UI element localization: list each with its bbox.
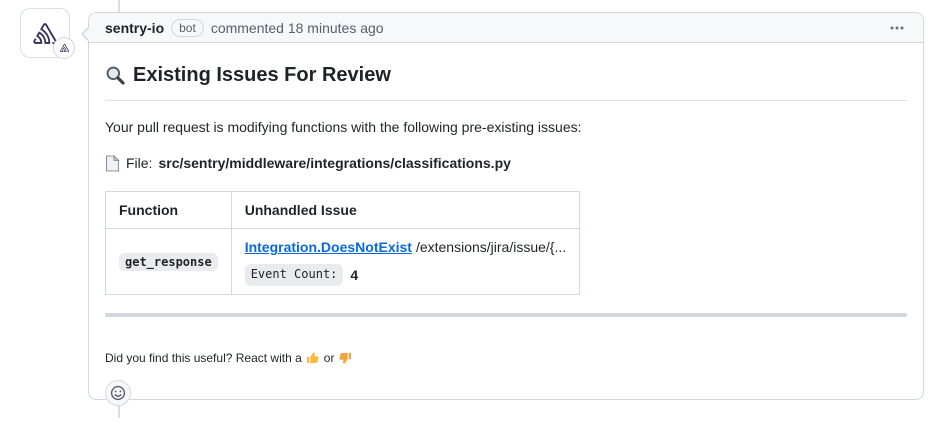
issue-path: /extensions/jira/issue/{... [416, 239, 566, 255]
comment-options-button[interactable] [887, 16, 907, 40]
feedback-prompt: Did you find this useful? React with a o… [105, 350, 907, 367]
comment-timestamp: commented 18 minutes ago [211, 20, 384, 36]
comment-title-text: Existing Issues For Review [133, 61, 391, 90]
add-reaction-button[interactable] [105, 380, 131, 406]
comment-body: Existing Issues For Review Your pull req… [89, 43, 923, 422]
comment-caret [81, 26, 89, 42]
comment-title: Existing Issues For Review [105, 59, 907, 101]
event-count-label: Event Count: [245, 264, 344, 285]
bot-badge: bot [171, 19, 204, 37]
page-icon [105, 155, 120, 172]
column-header-unhandled-issue: Unhandled Issue [231, 191, 579, 228]
function-name: get_response [119, 253, 218, 271]
issue-line: Integration.DoesNotExist/extensions/jira… [245, 237, 566, 257]
magnifier-icon [105, 65, 126, 86]
sentry-logo-small-icon [58, 42, 71, 54]
column-header-function: Function [106, 191, 232, 228]
issues-table: Function Unhandled Issue get_response In… [105, 191, 580, 295]
comment-author[interactable]: sentry-io [105, 20, 164, 36]
github-comment-page: { "colors": { "header_bg": "#f6f8fa", "b… [0, 0, 937, 418]
issue-link[interactable]: Integration.DoesNotExist [245, 239, 412, 255]
event-count-value: 4 [350, 265, 358, 285]
table-header-row: Function Unhandled Issue [106, 191, 580, 228]
issue-cell: Integration.DoesNotExist/extensions/jira… [231, 228, 579, 294]
smiley-icon [110, 385, 126, 401]
comment-card: sentry-io bot commented 18 minutes ago E… [88, 12, 924, 400]
table-row: get_response Integration.DoesNotExist/ex… [106, 228, 580, 294]
thumbs-up-icon [306, 351, 320, 365]
file-path: src/sentry/middleware/integrations/class… [158, 153, 510, 173]
feedback-prompt-text: Did you find this useful? React with a [105, 350, 302, 367]
thumbs-down-icon [338, 351, 352, 365]
intro-text: Your pull request is modifying functions… [105, 117, 907, 137]
comment-header: sentry-io bot commented 18 minutes ago [89, 13, 923, 43]
function-cell: get_response [106, 228, 232, 294]
file-line: File: src/sentry/middleware/integrations… [105, 153, 907, 173]
kebab-horizontal-icon [889, 20, 905, 36]
file-label: File: [126, 153, 152, 173]
event-count-line: Event Count: 4 [245, 264, 566, 285]
divider [105, 313, 907, 317]
avatar-bot-badge [53, 37, 75, 59]
feedback-prompt-or: or [324, 350, 335, 367]
